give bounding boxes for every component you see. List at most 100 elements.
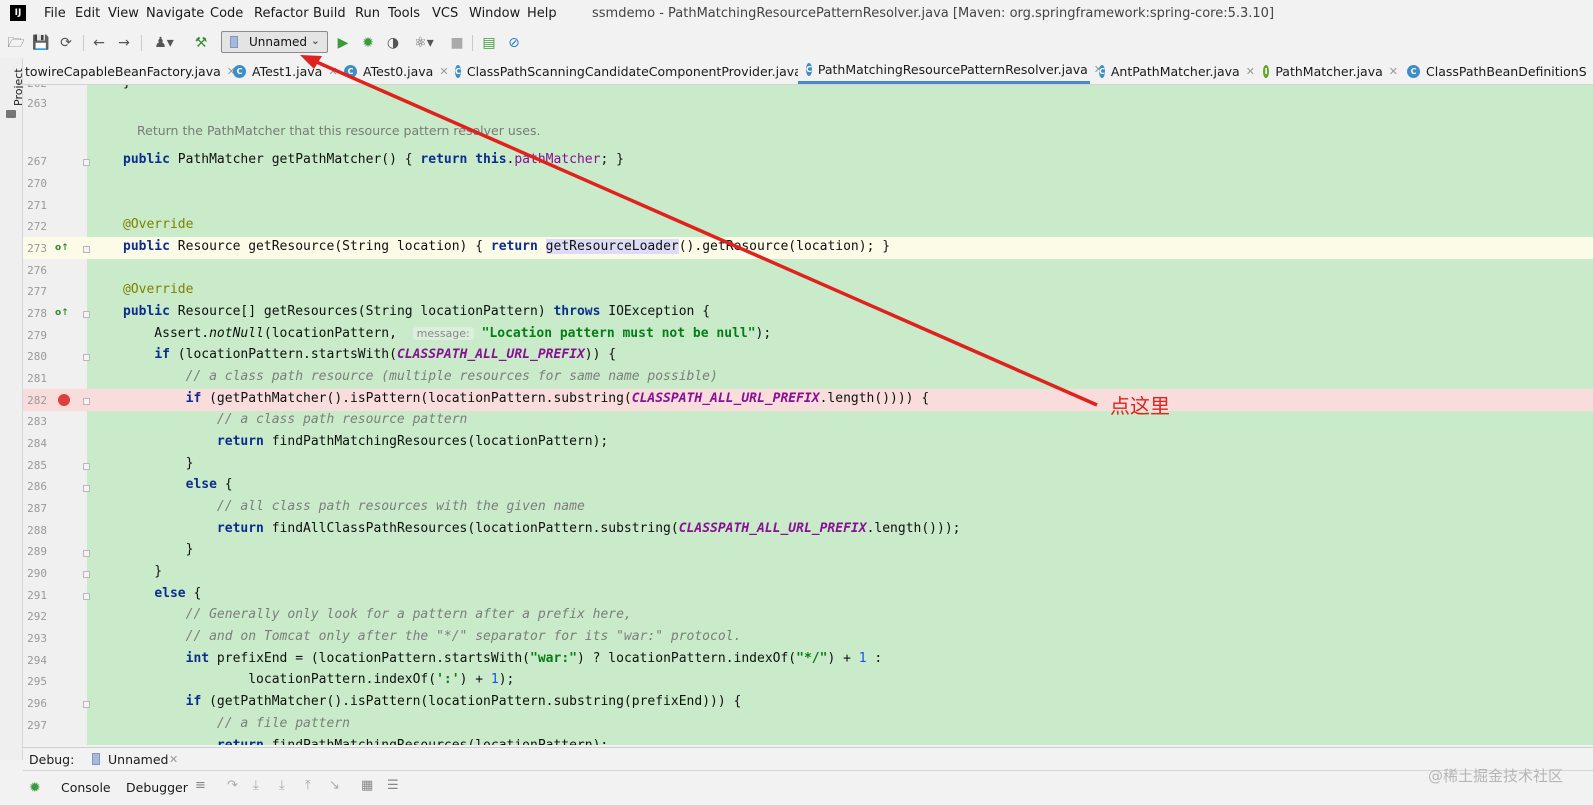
tab-label: PathMatcher.java bbox=[1275, 63, 1383, 79]
tab-debugger[interactable]: Debugger bbox=[126, 780, 188, 796]
menu-help[interactable]: Help bbox=[527, 6, 557, 22]
close-icon[interactable]: ✕ bbox=[1389, 65, 1398, 78]
project-tool-tab[interactable]: Project bbox=[0, 62, 25, 122]
fold-marker-icon[interactable] bbox=[83, 246, 90, 253]
override-marker-icon[interactable]: o↑ bbox=[55, 308, 69, 320]
config-file-icon bbox=[230, 36, 238, 48]
vcs-user-icon[interactable]: ♟▾ bbox=[150, 34, 178, 52]
open-folder-icon[interactable]: 🗁 bbox=[7, 34, 25, 52]
profile-dropdown-icon[interactable]: ⚛▾ bbox=[409, 34, 439, 52]
coverage-icon[interactable]: ◑ bbox=[384, 34, 402, 52]
build-hammer-icon[interactable]: ⚒ bbox=[192, 34, 210, 52]
code-line-285: } bbox=[123, 456, 194, 471]
line-number: 277 bbox=[27, 285, 47, 298]
fold-marker-icon[interactable] bbox=[83, 354, 90, 361]
line-number: 263 bbox=[27, 97, 47, 110]
close-icon[interactable]: ✕ bbox=[1246, 65, 1255, 78]
tab-autowire-capable-bean-factory[interactable]: towireCapableBeanFactory.java ✕ bbox=[25, 58, 236, 84]
line-number: 262 bbox=[23, 85, 47, 90]
menu-build[interactable]: Build bbox=[313, 6, 346, 22]
tab-label: ATest0.java bbox=[363, 63, 434, 79]
toolbar-separator bbox=[83, 35, 84, 51]
toolbar-separator bbox=[141, 35, 142, 51]
line-number: 293 bbox=[27, 632, 47, 645]
menu-view[interactable]: View bbox=[108, 6, 139, 22]
chevron-down-icon: ⌄ bbox=[310, 34, 320, 47]
code-line-277: @Override bbox=[123, 282, 194, 297]
close-icon[interactable]: ✕ bbox=[439, 65, 448, 78]
menu-tools[interactable]: Tools bbox=[388, 6, 420, 22]
breakpoint-icon[interactable] bbox=[58, 394, 70, 406]
tab-label: ClassPathScanningCandidateComponentProvi… bbox=[466, 63, 802, 79]
watermark: @稀土掘金技术社区 bbox=[1427, 767, 1563, 785]
run-icon[interactable]: ▶ bbox=[334, 34, 352, 52]
tab-atest0[interactable]: C ATest0.java ✕ bbox=[344, 58, 454, 84]
menu-run[interactable]: Run bbox=[355, 6, 380, 22]
config-file-icon bbox=[92, 753, 100, 765]
class-icon: C bbox=[1407, 64, 1420, 78]
fold-marker-icon[interactable] bbox=[83, 159, 90, 166]
force-step-into-icon[interactable]: ⤓ bbox=[279, 778, 285, 793]
no-entry-icon[interactable]: ⊘ bbox=[505, 34, 523, 52]
step-over-icon[interactable]: ↷ bbox=[227, 778, 238, 793]
menu-lines-icon[interactable]: ≡ bbox=[195, 778, 206, 793]
tab-atest1[interactable]: C ATest1.java ✕ bbox=[233, 58, 348, 84]
code-line-272: @Override bbox=[123, 217, 194, 232]
menu-refactor[interactable]: Refactor bbox=[254, 6, 309, 22]
trace-icon[interactable]: ☰ bbox=[387, 778, 399, 793]
debug-session-tab[interactable]: Unnamed bbox=[108, 752, 168, 768]
debug-bug-icon[interactable]: ✹ bbox=[29, 780, 41, 796]
fold-marker-icon[interactable] bbox=[83, 463, 90, 470]
tab-console[interactable]: Console bbox=[61, 780, 111, 796]
sync-icon[interactable]: ⟳ bbox=[57, 34, 75, 52]
line-number: 297 bbox=[27, 719, 47, 732]
interface-icon: I bbox=[1263, 64, 1270, 78]
fold-marker-icon[interactable] bbox=[83, 550, 90, 557]
menu-vcs[interactable]: VCS bbox=[432, 6, 458, 22]
annotation-label: 点这里 bbox=[1110, 394, 1170, 418]
code-line-287: // all class path resources with the giv… bbox=[216, 499, 585, 514]
parameter-hint: message: bbox=[412, 327, 474, 340]
fold-marker-icon[interactable] bbox=[83, 701, 90, 708]
tab-path-matcher[interactable]: I PathMatcher.java ✕ bbox=[1263, 58, 1398, 84]
menu-code[interactable]: Code bbox=[210, 6, 243, 22]
close-icon[interactable]: ✕ bbox=[328, 65, 337, 78]
activity-monitor-icon[interactable]: ▤ bbox=[480, 34, 498, 52]
line-number: 280 bbox=[27, 350, 47, 363]
line-number: 289 bbox=[27, 545, 47, 558]
line-number: 271 bbox=[27, 199, 47, 212]
close-icon[interactable]: ✕ bbox=[169, 752, 178, 768]
fold-marker-icon[interactable] bbox=[83, 485, 90, 492]
rendered-doc-comment: Return the PathMatcher that this resourc… bbox=[137, 123, 541, 138]
line-number: 278 bbox=[27, 307, 47, 320]
menu-window[interactable]: Window bbox=[469, 6, 520, 22]
stop-icon[interactable]: ■ bbox=[448, 34, 466, 52]
code-editor[interactable]: 262 263 267 270 271 272 273 276 277 278 … bbox=[23, 85, 1593, 745]
save-all-icon[interactable]: 💾 bbox=[32, 34, 50, 52]
tab-classpath-scanning-provider[interactable]: C ClassPathScanningCandidateComponentPro… bbox=[455, 58, 817, 84]
line-number: 273 bbox=[27, 242, 47, 255]
fold-marker-icon[interactable] bbox=[83, 571, 90, 578]
step-out-icon[interactable]: ⤒ bbox=[305, 778, 311, 793]
fold-marker-icon[interactable] bbox=[83, 311, 90, 318]
forward-arrow-icon[interactable]: → bbox=[115, 34, 133, 52]
debug-bug-icon[interactable]: ✹ bbox=[359, 34, 377, 52]
fold-marker-icon[interactable] bbox=[83, 398, 90, 405]
step-into-icon[interactable]: ⤓ bbox=[253, 778, 259, 793]
line-number: 279 bbox=[27, 329, 47, 342]
tab-ant-path-matcher[interactable]: C AntPathMatcher.java ✕ bbox=[1099, 58, 1255, 84]
evaluate-table-icon[interactable]: ▦ bbox=[361, 778, 373, 793]
run-configuration-dropdown[interactable]: Unnamed ⌄ bbox=[221, 31, 328, 53]
code-line-278: public Resource[] getResources(String lo… bbox=[123, 304, 711, 319]
menu-edit[interactable]: Edit bbox=[75, 6, 100, 22]
line-number: 281 bbox=[27, 372, 47, 385]
run-to-cursor-icon[interactable]: ↘ bbox=[329, 778, 340, 793]
tab-classpath-bean-definition[interactable]: C ClassPathBeanDefinitionS bbox=[1407, 58, 1593, 84]
override-marker-icon[interactable]: o↑ bbox=[55, 243, 69, 255]
tab-path-matching-resolver[interactable]: C PathMatchingResourcePatternResolver.ja… bbox=[798, 58, 1103, 84]
fold-marker-icon[interactable] bbox=[83, 593, 90, 600]
debug-toolbar: ✹ Console Debugger ≡ ↷ ⤓ ⤓ ⤒ ↘ ▦ ☰ bbox=[23, 770, 1593, 805]
menu-file[interactable]: File bbox=[44, 6, 66, 22]
menu-navigate[interactable]: Navigate bbox=[146, 6, 204, 22]
back-arrow-icon[interactable]: ← bbox=[90, 34, 108, 52]
